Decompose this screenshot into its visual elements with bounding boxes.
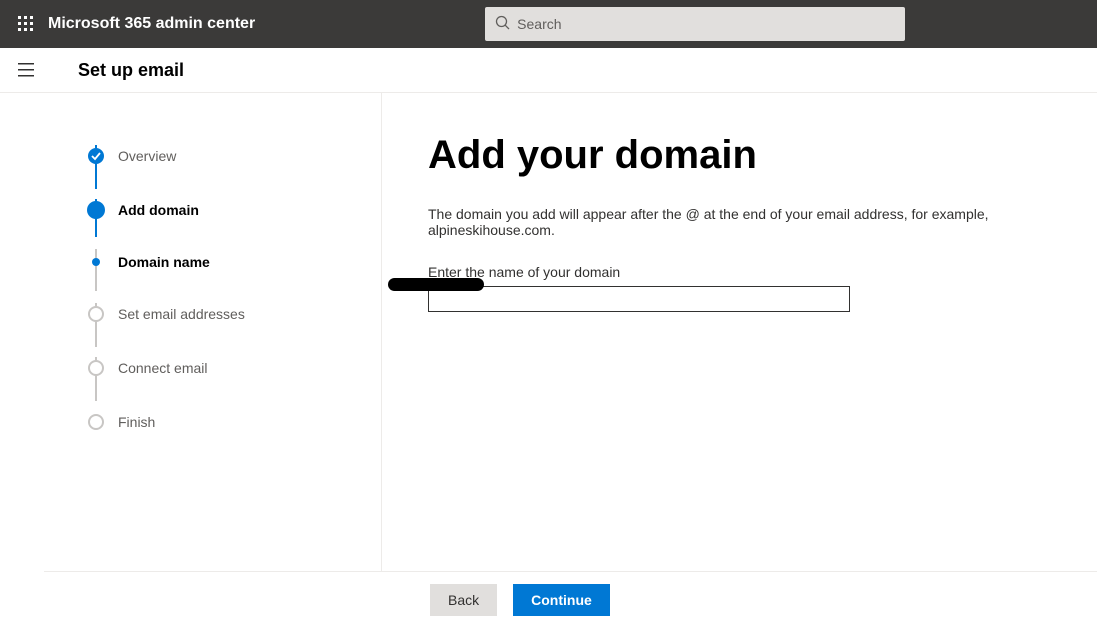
step-label: Connect email xyxy=(118,360,208,376)
main-heading: Add your domain xyxy=(428,133,1057,178)
step-add-domain[interactable]: Add domain xyxy=(88,183,381,237)
substep-domain-name[interactable]: Domain name xyxy=(88,237,381,287)
back-button[interactable]: Back xyxy=(430,584,497,616)
main-description: The domain you add will appear after the… xyxy=(428,206,1057,238)
page-title: Set up email xyxy=(78,60,184,81)
app-launcher-icon[interactable] xyxy=(10,8,42,40)
search-field[interactable] xyxy=(485,7,905,41)
pending-step-icon xyxy=(88,360,104,376)
app-title: Microsoft 365 admin center xyxy=(48,15,255,33)
menu-icon[interactable] xyxy=(12,56,40,84)
step-label: Overview xyxy=(118,148,176,164)
step-label: Domain name xyxy=(118,254,210,270)
pending-step-icon xyxy=(88,306,104,322)
domain-input[interactable] xyxy=(428,286,850,312)
active-step-icon xyxy=(87,201,105,219)
continue-button[interactable]: Continue xyxy=(513,584,610,616)
step-connect-email[interactable]: Connect email xyxy=(88,341,381,395)
main-panel: Add your domain The domain you add will … xyxy=(382,93,1097,571)
redacted-text xyxy=(388,278,484,291)
top-bar: Microsoft 365 admin center xyxy=(0,0,1097,48)
progress-sidebar: Overview Add domain Domain name Set emai… xyxy=(44,93,382,571)
step-overview[interactable]: Overview xyxy=(88,129,381,183)
domain-field-label: Enter the name of your domain xyxy=(428,264,1057,280)
subheader: Set up email xyxy=(0,48,1097,93)
step-set-email[interactable]: Set email addresses xyxy=(88,287,381,341)
step-label: Add domain xyxy=(118,202,199,218)
step-finish[interactable]: Finish xyxy=(88,395,381,449)
step-label: Set email addresses xyxy=(118,306,245,322)
substep-icon xyxy=(92,258,100,266)
footer: Back Continue xyxy=(0,572,1097,628)
content: Overview Add domain Domain name Set emai… xyxy=(44,93,1097,572)
pending-step-icon xyxy=(88,414,104,430)
search-icon xyxy=(495,15,511,34)
search-input[interactable] xyxy=(485,7,905,41)
check-icon xyxy=(88,148,104,164)
step-label: Finish xyxy=(118,414,155,430)
